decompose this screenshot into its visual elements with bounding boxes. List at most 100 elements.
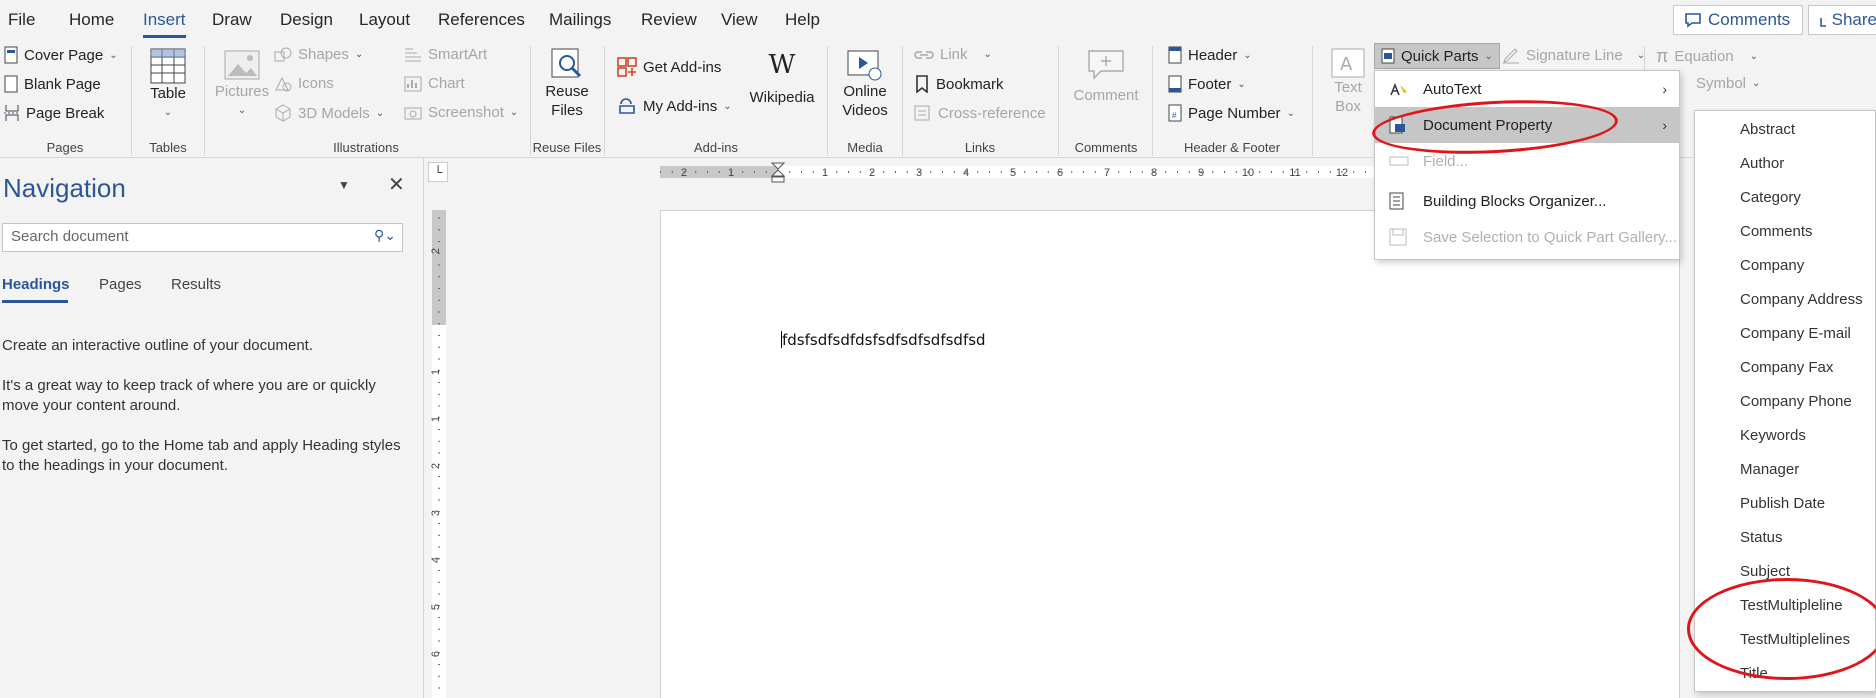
comment-button[interactable]: Comment [1070,48,1142,105]
header-icon [1168,46,1182,64]
tab-file[interactable]: File [8,10,35,30]
page-break-button[interactable]: Page Break [4,104,104,122]
property-item[interactable]: Abstract [1740,121,1795,138]
property-item[interactable]: Company [1740,257,1804,274]
property-item[interactable]: Author [1740,155,1784,172]
wikipedia-button[interactable]: W Wikipedia [745,50,819,107]
menu-item-document-property[interactable]: Document Property › [1375,107,1679,143]
property-item[interactable]: Company Fax [1740,359,1833,376]
tab-mailings[interactable]: Mailings [549,10,611,30]
shapes-icon [274,47,292,61]
document-body-text[interactable]: fdsfsdfsdfdsfsdfsdfsdfsdfsd [781,331,986,349]
my-addins-icon [619,98,635,114]
property-item[interactable]: Title [1740,665,1768,682]
text-box-button[interactable]: A Text Box [1326,48,1370,116]
horizontal-ruler-ticks: 2 1 1 2 3 4 5 6 7 8 9 10 11 12 [660,167,1390,179]
link-button[interactable]: Link ⌄ [914,46,992,63]
cover-page-button[interactable]: Cover Page ⌄ [4,46,118,64]
tab-draw[interactable]: Draw [212,10,252,30]
3d-models-button[interactable]: 3D Models ⌄ [274,104,384,122]
property-item[interactable]: Subject [1740,563,1790,580]
quick-parts-icon [1381,48,1395,64]
property-item[interactable]: Publish Date [1740,495,1825,512]
tab-layout[interactable]: Layout [359,10,410,30]
property-item[interactable]: Company Address [1740,291,1863,308]
search-icon[interactable]: ⚲⌄ [374,227,396,244]
document-page[interactable]: fdsfsdfsdfdsfsdfsdfsdfsdfsd [660,210,1680,698]
property-item-testmultipleline[interactable]: TestMultipleline [1740,597,1843,614]
search-document-input[interactable]: Search document ⚲⌄ [2,223,403,252]
my-addins-label: My Add-ins [643,97,718,115]
vertical-ruler[interactable]: 2 1 1 2 3 4 5 6 [430,158,448,698]
footer-button[interactable]: Footer ⌄ [1168,75,1246,93]
chart-button[interactable]: Chart [404,75,465,92]
wikipedia-icon: W [768,50,796,80]
screenshot-button[interactable]: Screenshot ⌄ [404,104,518,121]
tab-home[interactable]: Home [69,10,114,30]
tab-references[interactable]: References [438,10,525,30]
share-button[interactable]: Share [1808,5,1876,35]
property-item[interactable]: Company E-mail [1740,325,1851,342]
tab-insert[interactable]: Insert [143,10,186,30]
blank-page-icon [4,75,18,93]
ruler-label: 11 [1289,167,1300,179]
smartart-button[interactable]: SmartArt [404,46,487,63]
screenshot-label: Screenshot [428,104,504,121]
equation-button[interactable]: π Equation ⌄ [1656,46,1758,67]
chevron-down-icon: ⌄ [1243,49,1252,61]
symbol-button[interactable]: Symbol ⌄ [1696,75,1760,92]
get-addins-button[interactable]: Get Add-ins [617,57,721,77]
property-item[interactable]: Status [1740,529,1783,546]
icons-button[interactable]: Icons [274,75,334,92]
property-item[interactable]: Keywords [1740,427,1806,444]
tab-view[interactable]: View [721,10,758,30]
my-addins-button[interactable]: My Add-ins ⌄ [617,96,732,116]
online-videos-button[interactable]: Online Videos [838,48,892,120]
reuse-files-button[interactable]: Reuse Files [542,48,592,120]
tab-review[interactable]: Review [641,10,697,30]
autotext-icon [1390,82,1407,96]
quick-parts-button[interactable]: Quick Parts ⌄ [1374,43,1500,69]
ruler-label: 1 [430,369,442,375]
menu-item-field[interactable]: Field... [1375,143,1679,179]
group-label-illustrations: Illustrations [333,140,399,155]
ruler-label: 10 [1242,167,1254,179]
property-item[interactable]: Manager [1740,461,1799,478]
signature-line-button[interactable]: Signature Line ⌄ [1502,46,1645,64]
menu-item-save-selection[interactable]: Save Selection to Quick Part Gallery... [1375,219,1679,255]
ruler-label: 6 [430,651,442,657]
shapes-button[interactable]: Shapes ⌄ [274,46,363,63]
save-selection-label: Save Selection to Quick Part Gallery... [1423,228,1677,246]
menu-item-building-blocks-organizer[interactable]: Building Blocks Organizer... [1375,183,1679,219]
pictures-button[interactable]: Pictures ⌄ [212,50,272,120]
cross-reference-button[interactable]: Cross-reference [914,104,1046,122]
save-icon [1389,228,1407,246]
property-item-testmultiplelines[interactable]: TestMultiplelines [1740,631,1850,648]
indent-marker-icon[interactable] [771,162,785,186]
pane-options-icon[interactable]: ▼ [338,178,350,192]
header-button[interactable]: Header ⌄ [1168,46,1252,64]
reuse-files-icon [551,48,582,78]
tab-headings[interactable]: Headings [2,276,70,293]
table-button[interactable]: Table ⌄ [145,48,191,122]
property-item[interactable]: Comments [1740,223,1813,240]
property-item[interactable]: Category [1740,189,1801,206]
smartart-label: SmartArt [428,46,488,63]
menu-item-autotext[interactable]: AutoText › [1375,71,1679,107]
comments-button[interactable]: Comments [1673,5,1803,35]
search-placeholder: Search document [11,228,129,245]
property-item[interactable]: Company Phone [1740,393,1852,410]
bookmark-button[interactable]: Bookmark [914,75,1004,93]
horizontal-ruler[interactable]: 2 1 1 2 3 4 5 6 7 8 9 10 11 12 [660,162,1390,183]
cross-reference-label: Cross-reference [938,104,1046,122]
tab-results[interactable]: Results [171,276,221,293]
page-number-button[interactable]: # Page Number ⌄ [1168,104,1295,122]
blank-page-button[interactable]: Blank Page [4,75,101,93]
tab-help[interactable]: Help [785,10,820,30]
close-icon[interactable]: ✕ [388,172,405,197]
tab-design[interactable]: Design [280,10,333,30]
tab-pages[interactable]: Pages [99,276,142,293]
navigation-help-text: To get started, go to the Home tab and a… [2,437,401,474]
shapes-label: Shapes [298,46,349,63]
svg-text:#: # [1172,111,1177,120]
